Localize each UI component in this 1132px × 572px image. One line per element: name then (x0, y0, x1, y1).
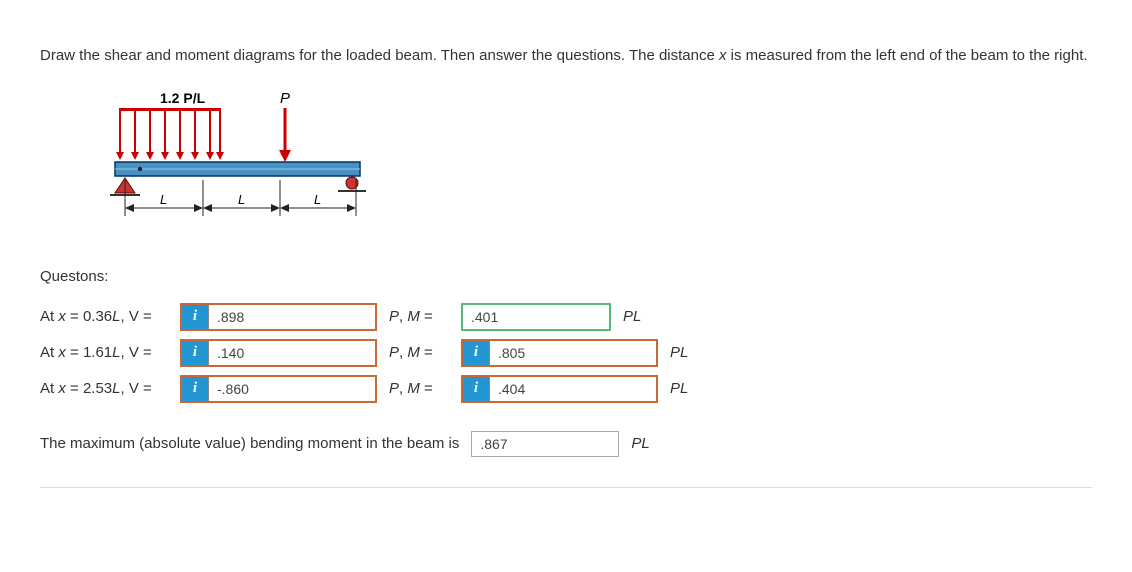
shear-input-wrap: i (180, 339, 377, 367)
beam-diagram: 1.2 P/L P (80, 88, 1092, 238)
row-unit: PL (670, 380, 688, 397)
row-unit: PL (623, 308, 641, 325)
info-icon[interactable]: i (182, 341, 209, 365)
max-moment-unit: PL (631, 435, 649, 452)
point-load-label: P (280, 90, 290, 107)
dim-L-3: L (314, 192, 321, 207)
row-unit: PL (670, 344, 688, 361)
divider (40, 487, 1092, 488)
info-icon[interactable]: i (463, 341, 490, 365)
question-row: At x = 0.36L, V =i P, M = PL (40, 303, 1092, 331)
max-moment-label: The maximum (absolute value) bending mom… (40, 435, 459, 452)
dim-L-2: L (238, 192, 245, 207)
distributed-load-label: 1.2 P/L (160, 90, 206, 106)
row-label: At x = 1.61L, V = (40, 344, 180, 361)
intro-part2: is measured from the left end of the bea… (727, 47, 1088, 64)
problem-statement: Draw the shear and moment diagrams for t… (40, 45, 1092, 68)
intro-part1: Draw the shear and moment diagrams for t… (40, 47, 719, 64)
moment-input[interactable] (490, 341, 656, 365)
moment-input[interactable] (463, 305, 609, 329)
questions-header: Questons: (40, 268, 1092, 285)
row-mid-label: P, M = (389, 308, 449, 325)
moment-input-wrap: i (461, 339, 658, 367)
intro-x: x (719, 47, 727, 64)
row-label: At x = 0.36L, V = (40, 308, 180, 325)
shear-input[interactable] (209, 305, 375, 329)
dim-L-1: L (160, 192, 167, 207)
info-icon[interactable]: i (463, 377, 490, 401)
shear-input-wrap: i (180, 303, 377, 331)
row-mid-label: P, M = (389, 344, 449, 361)
row-label: At x = 2.53L, V = (40, 380, 180, 397)
row-mid-label: P, M = (389, 380, 449, 397)
moment-input[interactable] (490, 377, 656, 401)
shear-input-wrap: i (180, 375, 377, 403)
info-icon[interactable]: i (182, 305, 209, 329)
max-moment-input[interactable] (472, 432, 618, 456)
moment-input-wrap (461, 303, 611, 331)
info-icon[interactable]: i (182, 377, 209, 401)
shear-input[interactable] (209, 377, 375, 401)
moment-input-wrap: i (461, 375, 658, 403)
question-row: At x = 2.53L, V =iP, M =iPL (40, 375, 1092, 403)
shear-input[interactable] (209, 341, 375, 365)
question-row: At x = 1.61L, V =iP, M =iPL (40, 339, 1092, 367)
max-moment-input-wrap (471, 431, 619, 457)
